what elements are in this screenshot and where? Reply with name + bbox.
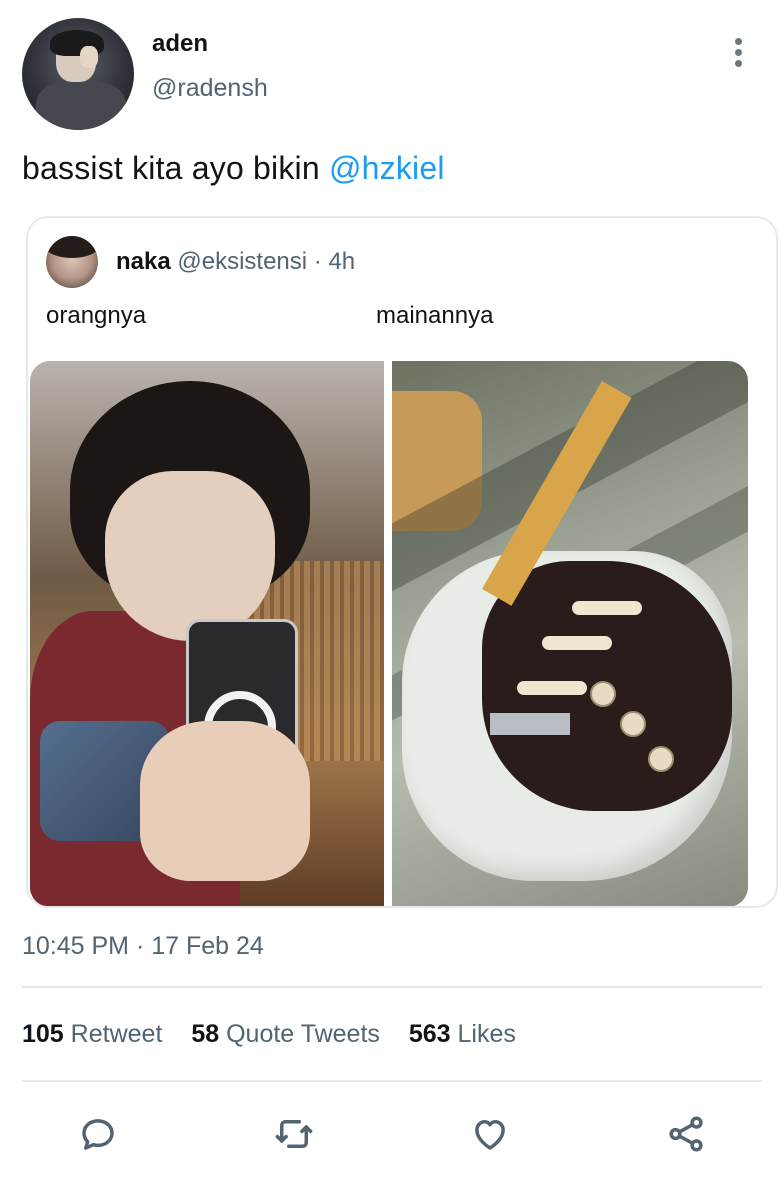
quoted-time: 4h xyxy=(328,248,356,275)
retweet-count: 105 xyxy=(22,1020,64,1048)
share-icon xyxy=(669,1116,703,1152)
tweet-text: bassist kita ayo bikin @hzkiel xyxy=(22,150,445,187)
quoted-label-right: mainannya xyxy=(376,302,494,329)
retweet-label: Retweet xyxy=(70,1020,163,1048)
heart-icon xyxy=(475,1120,505,1150)
quote-count: 58 xyxy=(191,1020,220,1048)
reply-icon xyxy=(82,1119,114,1150)
quoted-avatar[interactable] xyxy=(46,236,98,288)
mention-link[interactable]: @hzkiel xyxy=(329,150,445,186)
quoted-handle: @eksistensi xyxy=(177,248,308,275)
author-avatar[interactable] xyxy=(22,18,134,130)
share-button[interactable] xyxy=(662,1110,710,1158)
quoted-name[interactable]: naka xyxy=(116,248,171,275)
more-options-icon[interactable] xyxy=(726,38,750,72)
like-stat[interactable]: 563 Likes xyxy=(409,1020,516,1049)
quote-stat[interactable]: 58 Quote Tweets xyxy=(191,1020,380,1049)
reply-button[interactable] xyxy=(74,1110,122,1158)
retweet-stat[interactable]: 105 Retweet xyxy=(22,1020,162,1049)
photo-person[interactable] xyxy=(30,361,384,906)
author-name[interactable]: aden xyxy=(152,30,208,58)
divider xyxy=(22,986,762,988)
quoted-label-left: orangnya xyxy=(46,302,147,329)
like-button[interactable] xyxy=(466,1110,514,1158)
author-handle[interactable]: @radensh xyxy=(152,74,268,103)
divider xyxy=(22,1080,762,1082)
tweet-stats: 105 Retweet 58 Quote Tweets 563 Likes xyxy=(22,1020,538,1049)
quoted-header: naka @eksistensi · 4h xyxy=(116,248,355,276)
quoted-tweet-card[interactable]: naka @eksistensi · 4h orangnya mainannya xyxy=(26,216,778,908)
like-count: 563 xyxy=(408,1020,451,1048)
quoted-separator: · xyxy=(307,248,329,275)
tweet-timestamp[interactable]: 10:45 PM · 17 Feb 24 xyxy=(22,932,264,961)
retweet-button[interactable] xyxy=(270,1110,318,1158)
like-label: Likes xyxy=(457,1020,516,1048)
retweet-icon xyxy=(275,1120,313,1148)
photo-guitar[interactable] xyxy=(392,361,748,906)
quote-label: Quote Tweets xyxy=(226,1020,380,1048)
tweet-body: bassist kita ayo bikin xyxy=(22,150,329,186)
